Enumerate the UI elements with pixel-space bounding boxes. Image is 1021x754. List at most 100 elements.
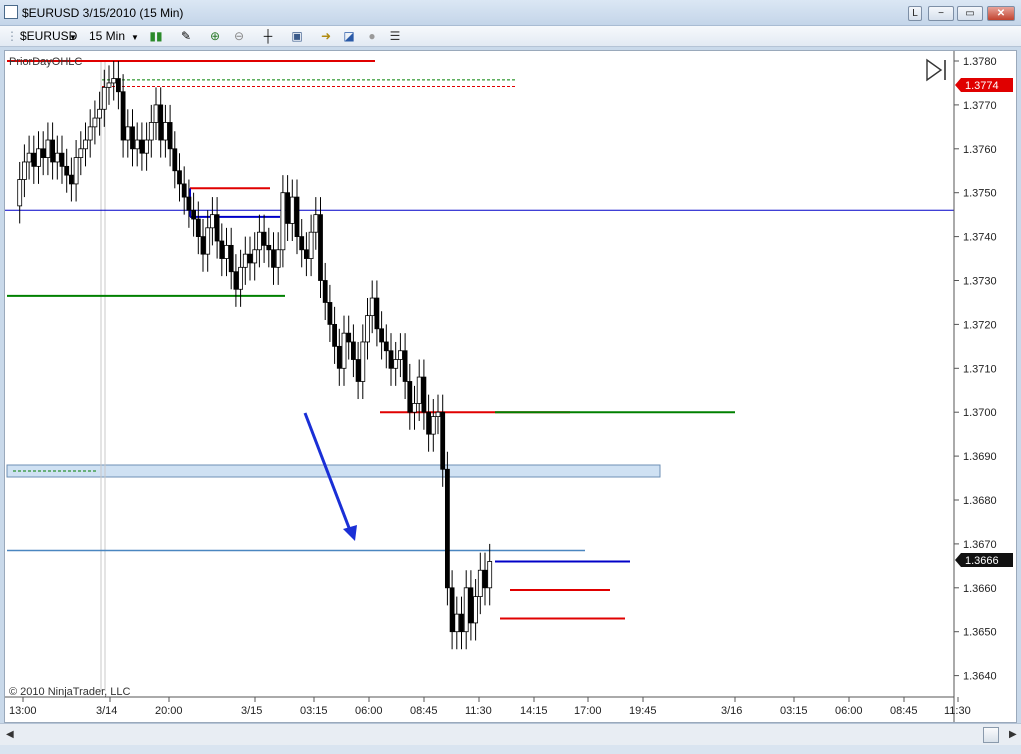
candle-body[interactable] — [482, 569, 488, 589]
candle-body[interactable] — [336, 345, 342, 369]
candle-body[interactable] — [219, 240, 225, 259]
candle-body[interactable] — [468, 587, 474, 624]
candle-body[interactable] — [308, 231, 314, 259]
candle-body[interactable] — [444, 468, 450, 589]
candle-body[interactable] — [365, 315, 370, 343]
candle-body[interactable] — [350, 341, 356, 360]
candle-body[interactable] — [21, 161, 27, 180]
candle-body[interactable] — [181, 183, 187, 198]
candle-body[interactable] — [106, 82, 112, 88]
candle-body[interactable] — [280, 192, 286, 251]
candle-body[interactable] — [473, 596, 479, 624]
candle-body[interactable] — [228, 244, 234, 273]
candle-body[interactable] — [69, 174, 74, 185]
candle-body[interactable] — [327, 302, 333, 325]
candle-body[interactable] — [97, 108, 102, 119]
candle-body[interactable] — [421, 376, 427, 413]
candle-body[interactable] — [346, 332, 352, 343]
candle-body[interactable] — [426, 411, 432, 435]
candle-body[interactable] — [360, 341, 366, 382]
candle-body[interactable] — [332, 323, 338, 347]
candle-body[interactable] — [289, 196, 295, 224]
candle-body[interactable] — [54, 152, 60, 163]
candle-body[interactable] — [294, 196, 300, 237]
candle-body[interactable] — [397, 350, 403, 360]
candle-body[interactable] — [111, 78, 117, 84]
scroll-left-icon[interactable]: ◀ — [6, 729, 14, 740]
instrument-dropdown-icon[interactable]: ▼ — [69, 33, 77, 42]
candle-body[interactable] — [407, 381, 413, 413]
link-button[interactable]: L — [908, 6, 922, 21]
candle-body[interactable] — [101, 86, 107, 110]
candle-body[interactable] — [158, 104, 164, 141]
candle-body[interactable] — [299, 236, 305, 251]
candle-body[interactable] — [64, 165, 70, 176]
candle-body[interactable] — [318, 214, 323, 281]
candle-body[interactable] — [125, 126, 131, 141]
candle-body[interactable] — [116, 78, 121, 93]
properties-icon[interactable]: ● — [364, 29, 380, 44]
close-button[interactable]: ✕ — [987, 6, 1015, 21]
candle-body[interactable] — [224, 244, 229, 259]
candle-body[interactable] — [36, 148, 41, 167]
candle-body[interactable] — [78, 148, 84, 158]
candle-body[interactable] — [369, 297, 375, 317]
maximize-button[interactable]: ▭ — [957, 6, 983, 21]
candle-body[interactable] — [186, 196, 192, 211]
candle-body[interactable] — [87, 126, 93, 141]
candle-body[interactable] — [200, 236, 206, 255]
scroll-to-end-icon[interactable] — [926, 58, 946, 82]
candle-body[interactable] — [261, 231, 267, 246]
bar-type-icon[interactable]: ▮▮ — [148, 29, 164, 44]
candle-body[interactable] — [177, 170, 182, 185]
candle-body[interactable] — [195, 218, 201, 237]
candle-body[interactable] — [130, 126, 135, 150]
candle-body[interactable] — [73, 157, 79, 185]
candle-body[interactable] — [167, 122, 173, 150]
candle-body[interactable] — [412, 403, 417, 413]
candle-body[interactable] — [416, 376, 422, 404]
candle-body[interactable] — [322, 280, 328, 303]
snapshot-icon[interactable]: ▣ — [289, 29, 305, 44]
candle-body[interactable] — [144, 139, 150, 154]
candle-body[interactable] — [341, 332, 347, 369]
data-box-icon[interactable]: ☰ — [387, 29, 403, 44]
candle-body[interactable] — [139, 139, 145, 154]
candle-body[interactable] — [393, 359, 399, 369]
crosshair-icon[interactable]: ┼ — [260, 29, 276, 44]
candle-body[interactable] — [59, 152, 65, 167]
candle-body[interactable] — [435, 411, 441, 417]
candle-body[interactable] — [430, 416, 436, 435]
candle-body[interactable] — [383, 341, 389, 352]
candle-body[interactable] — [148, 122, 154, 141]
candle-body[interactable] — [303, 249, 309, 259]
candle-body[interactable] — [83, 139, 88, 150]
candle-body[interactable] — [242, 253, 248, 268]
interval-dropdown-icon[interactable]: ▼ — [131, 33, 139, 42]
candle-body[interactable] — [191, 209, 197, 220]
interval-selector[interactable]: 15 Min — [89, 29, 125, 43]
price-chart[interactable]: 1.3780 1.3770 1.3760 1.3750 1.3740 1.3730 1.37… — [5, 51, 1016, 722]
draw-pencil-icon[interactable]: ✎ — [178, 29, 194, 44]
candle-body[interactable] — [477, 569, 483, 597]
candle-body[interactable] — [134, 139, 140, 150]
candle-body[interactable] — [162, 122, 168, 141]
candle-body[interactable] — [449, 587, 455, 633]
candle-body[interactable] — [256, 231, 262, 251]
candle-body[interactable] — [379, 328, 385, 343]
candle-body[interactable] — [214, 214, 220, 242]
candle-body[interactable] — [120, 91, 126, 141]
candle-body[interactable] — [463, 587, 469, 633]
minimize-button[interactable]: − — [928, 6, 954, 21]
candle-body[interactable] — [374, 297, 380, 330]
candle-body[interactable] — [238, 266, 244, 290]
candle-body[interactable] — [388, 350, 394, 369]
candle-body[interactable] — [50, 139, 55, 163]
candle-body[interactable] — [92, 117, 98, 128]
candle-body[interactable] — [26, 152, 32, 163]
candle-body[interactable] — [454, 613, 460, 633]
scroll-right-icon[interactable]: ▶ — [1009, 729, 1017, 740]
candle-body[interactable] — [45, 139, 51, 158]
candle-body[interactable] — [266, 244, 272, 251]
candle-body[interactable] — [247, 253, 253, 264]
